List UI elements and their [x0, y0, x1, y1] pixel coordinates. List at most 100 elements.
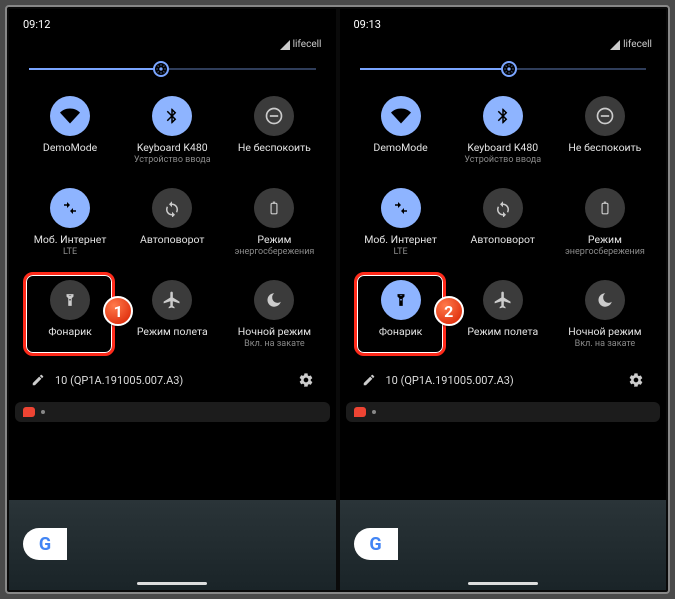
slider-fill [29, 68, 161, 70]
mobile-icon [50, 188, 90, 228]
airplane-icon [152, 280, 192, 320]
tile-label: Keyboard K480 [467, 142, 538, 155]
gear-icon[interactable] [628, 372, 644, 388]
tile-label: Режим полета [467, 326, 538, 339]
carrier-name: lifecell [623, 39, 652, 50]
wifi-icon [381, 96, 421, 136]
tile-dnd[interactable]: Не беспокоить [223, 90, 325, 178]
tile-sublabel: Устройство ввода [134, 155, 211, 166]
tile-label: Режим полета [137, 326, 208, 339]
tile-flashlight[interactable]: Фонарик1 [19, 274, 121, 362]
signal-icon [280, 40, 290, 50]
quick-settings-panel: DemoMode Keyboard K480Устройство ввода Не … [9, 56, 336, 398]
tile-battery[interactable]: Режимэнергосбережения [554, 182, 656, 270]
tile-bluetooth[interactable]: Keyboard K480Устройство ввода [452, 90, 554, 178]
tile-label: Моб. Интернет [364, 234, 437, 247]
notif-dot [372, 410, 376, 414]
tile-label: Моб. Интернет [34, 234, 107, 247]
google-search-pill[interactable]: G [23, 528, 67, 560]
slider-fill [360, 68, 509, 70]
phone-left: 09:12 lifecell DemoMode Keyboard K480Устр… [9, 9, 336, 590]
battery-icon [254, 188, 294, 228]
carrier-name: lifecell [293, 39, 322, 50]
clock: 09:13 [354, 18, 381, 31]
tile-sublabel: LTE [394, 247, 408, 258]
slider-thumb[interactable] [153, 61, 169, 77]
tile-bluetooth[interactable]: Keyboard K480Устройство ввода [121, 90, 223, 178]
build-number: 10 (QP1A.191005.007.A3) [55, 374, 183, 387]
tile-night[interactable]: Ночной режимВкл. на закате [223, 274, 325, 362]
flashlight-icon [381, 280, 421, 320]
tile-label: Ночной режим [568, 326, 641, 339]
wifi-icon [50, 96, 90, 136]
notif-app-icon [354, 407, 366, 417]
tile-label: Фонарик [48, 326, 92, 339]
tile-sublabel: энергосбережения [565, 247, 645, 258]
tiles-grid: DemoMode Keyboard K480Устройство ввода Не … [19, 86, 326, 364]
comparison-frame: 09:12 lifecell DemoModeKeyboard K480Устр… [5, 5, 670, 594]
tile-label: Keyboard K480 [137, 142, 208, 155]
build-number: 10 (QP1A.191005.007.A3) [386, 374, 514, 387]
step-badge: 1 [103, 296, 133, 326]
tile-label: Режим [588, 234, 622, 247]
tile-rotate[interactable]: Автоповорот [452, 182, 554, 270]
dnd-icon [585, 96, 625, 136]
edit-icon[interactable] [31, 373, 45, 387]
tile-label: Автоповорот [140, 234, 204, 247]
carrier-row: lifecell [340, 35, 667, 56]
status-bar: 09:13 [340, 9, 667, 35]
tile-airplane[interactable]: Режим полета [452, 274, 554, 362]
step-badge: 2 [434, 296, 464, 326]
rotate-icon [483, 188, 523, 228]
tile-night[interactable]: Ночной режимВкл. на закате [554, 274, 656, 362]
qs-footer: 10 (QP1A.191005.007.A3) [350, 364, 657, 398]
home-background: G [9, 500, 336, 590]
tile-mobile[interactable]: Моб. ИнтернетLTE [350, 182, 452, 270]
phone-right: 09:13 lifecell DemoModeKeyboard K480Устр… [340, 9, 667, 590]
tile-sublabel: Вкл. на закате [244, 339, 305, 350]
brightness-slider[interactable] [350, 56, 657, 86]
tile-dnd[interactable]: Не беспокоить [554, 90, 656, 178]
google-logo: G [39, 534, 51, 555]
edit-icon[interactable] [362, 373, 376, 387]
tile-wifi[interactable]: DemoMode [19, 90, 121, 178]
tile-sublabel: энергосбережения [234, 247, 314, 258]
slider-thumb[interactable] [501, 61, 517, 77]
dnd-icon [254, 96, 294, 136]
battery-icon [585, 188, 625, 228]
signal-icon [610, 40, 620, 50]
tile-airplane[interactable]: Режим полета [121, 274, 223, 362]
tile-label: Не беспокоить [238, 142, 311, 155]
notification-bar[interactable] [15, 402, 330, 422]
tile-wifi[interactable]: DemoMode [350, 90, 452, 178]
tile-sublabel: LTE [63, 247, 77, 258]
rotate-icon [152, 188, 192, 228]
notif-dot [41, 410, 45, 414]
tile-label: Не беспокоить [568, 142, 641, 155]
nav-handle[interactable] [137, 582, 207, 585]
tile-label: Автоповорот [471, 234, 535, 247]
tile-battery[interactable]: Режимэнергосбережения [223, 182, 325, 270]
notif-app-icon [23, 407, 35, 417]
tile-sublabel: Устройство ввода [464, 155, 541, 166]
google-search-pill[interactable]: G [354, 528, 398, 560]
notification-bar[interactable] [346, 402, 661, 422]
tile-flashlight[interactable]: Фонарик2 [350, 274, 452, 362]
quick-settings-panel: DemoModeKeyboard K480Устройство вводаНе … [340, 56, 667, 398]
brightness-slider[interactable] [19, 56, 326, 86]
carrier-row: lifecell [9, 35, 336, 56]
clock: 09:12 [23, 18, 50, 31]
home-background: G [340, 500, 667, 590]
gear-icon[interactable] [298, 372, 314, 388]
tiles-grid: DemoModeKeyboard K480Устройство вводаНе … [350, 86, 657, 364]
tile-label: DemoMode [43, 142, 97, 155]
tile-sublabel: Вкл. на закате [575, 339, 636, 350]
nav-handle[interactable] [468, 582, 538, 585]
tile-label: Фонарик [379, 326, 423, 339]
tile-label: Ночной режим [238, 326, 311, 339]
tile-rotate[interactable]: Автоповорот [121, 182, 223, 270]
tile-mobile[interactable]: Моб. ИнтернетLTE [19, 182, 121, 270]
tile-label: Режим [257, 234, 291, 247]
night-icon [585, 280, 625, 320]
airplane-icon [483, 280, 523, 320]
